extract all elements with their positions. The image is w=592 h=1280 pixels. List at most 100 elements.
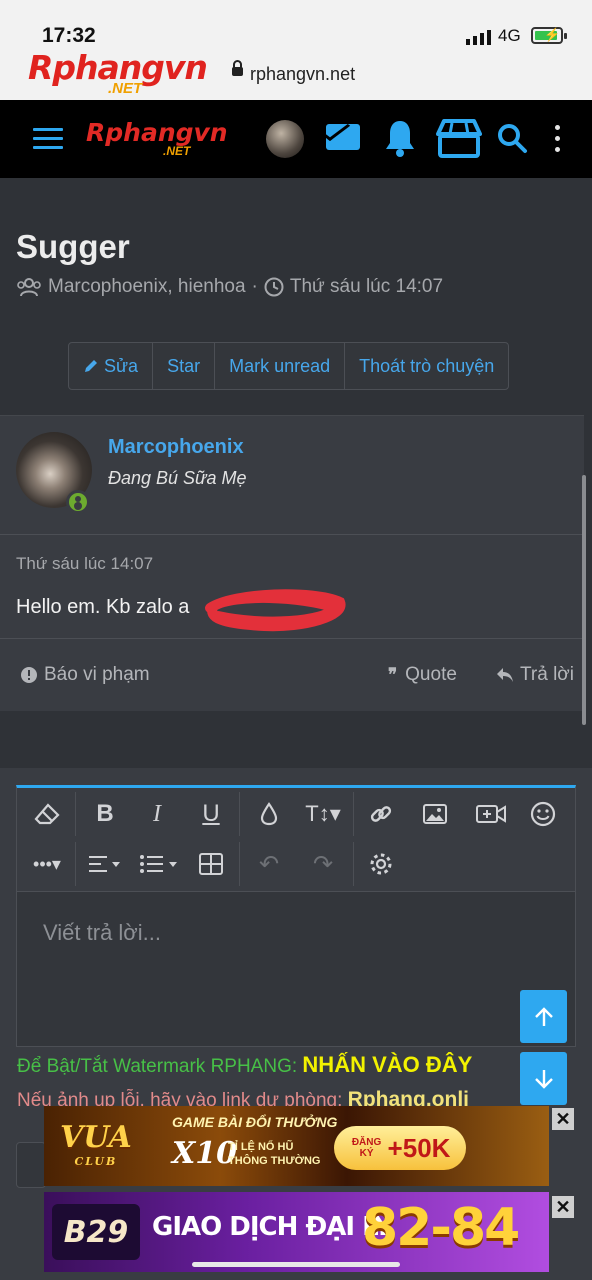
- ad-brand-logo: B29: [52, 1204, 140, 1260]
- author-name[interactable]: Marcophoenix: [108, 436, 244, 459]
- divider: [0, 534, 584, 535]
- list-icon[interactable]: [135, 842, 183, 886]
- redo-icon[interactable]: ↷: [299, 842, 347, 886]
- home-indicator[interactable]: [192, 1262, 400, 1267]
- attach-button[interactable]: [16, 1142, 46, 1188]
- page-title: Sugger: [16, 228, 130, 265]
- ad-brand-sub: CLUB: [74, 1155, 118, 1168]
- arrow-down-icon: [534, 1069, 553, 1089]
- ad-headline: GAME BÀI ĐỔI THƯỞNG: [172, 1114, 338, 1130]
- conversation-time: Thứ sáu lúc 14:07: [289, 276, 444, 297]
- underline-icon[interactable]: U: [187, 792, 235, 836]
- undo-icon[interactable]: ↶: [245, 842, 293, 886]
- ad-subtext: TỈ LỆ NỔ HŨ THÔNG THƯỜNG: [228, 1140, 320, 1168]
- more-icon[interactable]: [555, 125, 561, 158]
- conversation-meta: Marcophoenix, hienhoa · Thứ sáu lúc 14:0…: [16, 276, 443, 298]
- toolbar-separator: [75, 792, 76, 836]
- watermark-text: Để Bật/Tắt Watermark RPHANG:: [17, 1056, 303, 1077]
- site-favicon-logo-suffix: .NET: [108, 80, 143, 97]
- clock-icon: [264, 277, 284, 297]
- more-options-icon[interactable]: •••▾: [23, 842, 71, 886]
- star-button[interactable]: Star: [153, 343, 216, 389]
- edit-button[interactable]: Sửa: [69, 343, 154, 389]
- header-logo-suffix: .NET: [163, 144, 191, 158]
- bold-icon[interactable]: B: [81, 792, 129, 836]
- ad-subtext-line2: THÔNG THƯỜNG: [228, 1155, 321, 1167]
- signal-icon: [466, 30, 491, 45]
- toolbar-separator: [353, 842, 354, 886]
- editor-toolbar: B I U T↕▾ •••▾ ↶ ↷: [17, 788, 575, 892]
- close-ad-icon[interactable]: ✕: [552, 1108, 574, 1130]
- arrow-up-icon: [534, 1006, 553, 1026]
- toolbar-separator: [75, 842, 76, 886]
- quote-button[interactable]: ❞ Quote: [388, 664, 457, 686]
- image-icon[interactable]: [411, 792, 459, 836]
- smilie-icon[interactable]: [519, 792, 567, 836]
- reply-editor: B I U T↕▾ •••▾ ↶ ↷ Viết trả lời...: [16, 785, 576, 1047]
- reply-label: Trả lời: [520, 664, 574, 685]
- media-icon[interactable]: [467, 792, 515, 836]
- ad-bonus: +50K: [387, 1132, 451, 1163]
- toolbar-separator: [353, 792, 354, 836]
- ad-register-label: ĐĂNG KÝ: [351, 1137, 382, 1159]
- mark-unread-button[interactable]: Mark unread: [215, 343, 346, 389]
- browser-status-bar: 17:32 4G ⚡ Rphangvn .NET rphangvn.net: [0, 0, 592, 100]
- reply-button[interactable]: Trả lời: [496, 664, 574, 686]
- color-drop-icon[interactable]: [245, 792, 293, 836]
- meta-separator: ·: [251, 276, 258, 297]
- page-scrollbar[interactable]: [582, 475, 586, 725]
- report-label: Báo vi phạm: [44, 664, 150, 685]
- watermark-notice: Để Bật/Tắt Watermark RPHANG: NHẤN VÀO ĐÂ…: [17, 1052, 472, 1078]
- bell-icon[interactable]: [384, 119, 416, 157]
- ad-banner-b29[interactable]: B29 GIAO DỊCH ĐẠI LÝ 82-84: [44, 1192, 549, 1272]
- author-user-title: Đang Bú Sữa Mẹ: [108, 468, 247, 488]
- edit-button-label: Sửa: [104, 355, 139, 376]
- toolbar-separator: [239, 842, 240, 886]
- message-body: Hello em. Kb zalo a: [16, 596, 190, 618]
- clear-format-icon[interactable]: [23, 792, 71, 836]
- network-type: 4G: [498, 26, 521, 45]
- ad-banner-vuaclub[interactable]: VUA CLUB GAME BÀI ĐỔI THƯỞNG X10 TỈ LỆ N…: [44, 1106, 549, 1186]
- search-icon[interactable]: [496, 122, 528, 154]
- align-icon[interactable]: [81, 842, 129, 886]
- ad-headline: GIAO DỊCH ĐẠI LÝ: [152, 1212, 392, 1242]
- scroll-top-button[interactable]: [520, 990, 567, 1043]
- settings-gear-icon[interactable]: [357, 842, 405, 886]
- alert-icon: [21, 667, 37, 683]
- ad-number: 82-84: [362, 1198, 520, 1258]
- leave-conversation-button[interactable]: Thoát trò chuyện: [345, 343, 508, 389]
- store-icon[interactable]: [436, 118, 482, 158]
- italic-icon[interactable]: I: [133, 792, 181, 836]
- online-status-icon: [66, 490, 90, 514]
- message-card: Marcophoenix Đang Bú Sữa Mẹ Thứ sáu lúc …: [0, 415, 584, 711]
- participants-icon: [17, 278, 41, 297]
- url-bar[interactable]: rphangvn.net: [250, 64, 355, 85]
- ad-brand-name: VUA: [60, 1120, 132, 1155]
- link-icon[interactable]: [357, 792, 405, 836]
- toolbar-separator: [239, 792, 240, 836]
- participants-list[interactable]: Marcophoenix, hienhoa: [48, 276, 246, 298]
- close-ad-icon[interactable]: ✕: [552, 1196, 574, 1218]
- pencil-icon: [85, 360, 97, 372]
- scroll-bottom-button[interactable]: [520, 1052, 567, 1105]
- lock-icon: [232, 60, 243, 76]
- message-timestamp[interactable]: Thứ sáu lúc 14:07: [16, 554, 153, 574]
- reply-textarea[interactable]: Viết trả lời...: [43, 920, 161, 946]
- watermark-toggle-link[interactable]: NHẤN VÀO ĐÂY: [302, 1052, 472, 1077]
- account-avatar[interactable]: [266, 120, 304, 158]
- ad-brand-logo: VUA CLUB: [60, 1120, 132, 1168]
- menu-icon[interactable]: [33, 128, 63, 150]
- redaction-scribble: [205, 589, 346, 632]
- quote-icon: ❞: [388, 665, 398, 684]
- header-logo[interactable]: Rphangvn: [86, 118, 228, 147]
- battery-icon: ⚡: [531, 27, 567, 44]
- mail-icon[interactable]: [326, 124, 360, 150]
- ad-subtext-line1: TỈ LỆ NỔ HŨ: [228, 1141, 294, 1153]
- quote-label: Quote: [405, 664, 457, 685]
- text-size-icon[interactable]: T↕▾: [299, 792, 347, 836]
- report-button[interactable]: Báo vi phạm: [20, 664, 150, 686]
- conversation-actions: Sửa Star Mark unread Thoát trò chuyện: [68, 342, 510, 390]
- ad-register-button[interactable]: ĐĂNG KÝ +50K: [334, 1126, 466, 1170]
- reply-icon: [497, 668, 513, 682]
- table-icon[interactable]: [187, 842, 235, 886]
